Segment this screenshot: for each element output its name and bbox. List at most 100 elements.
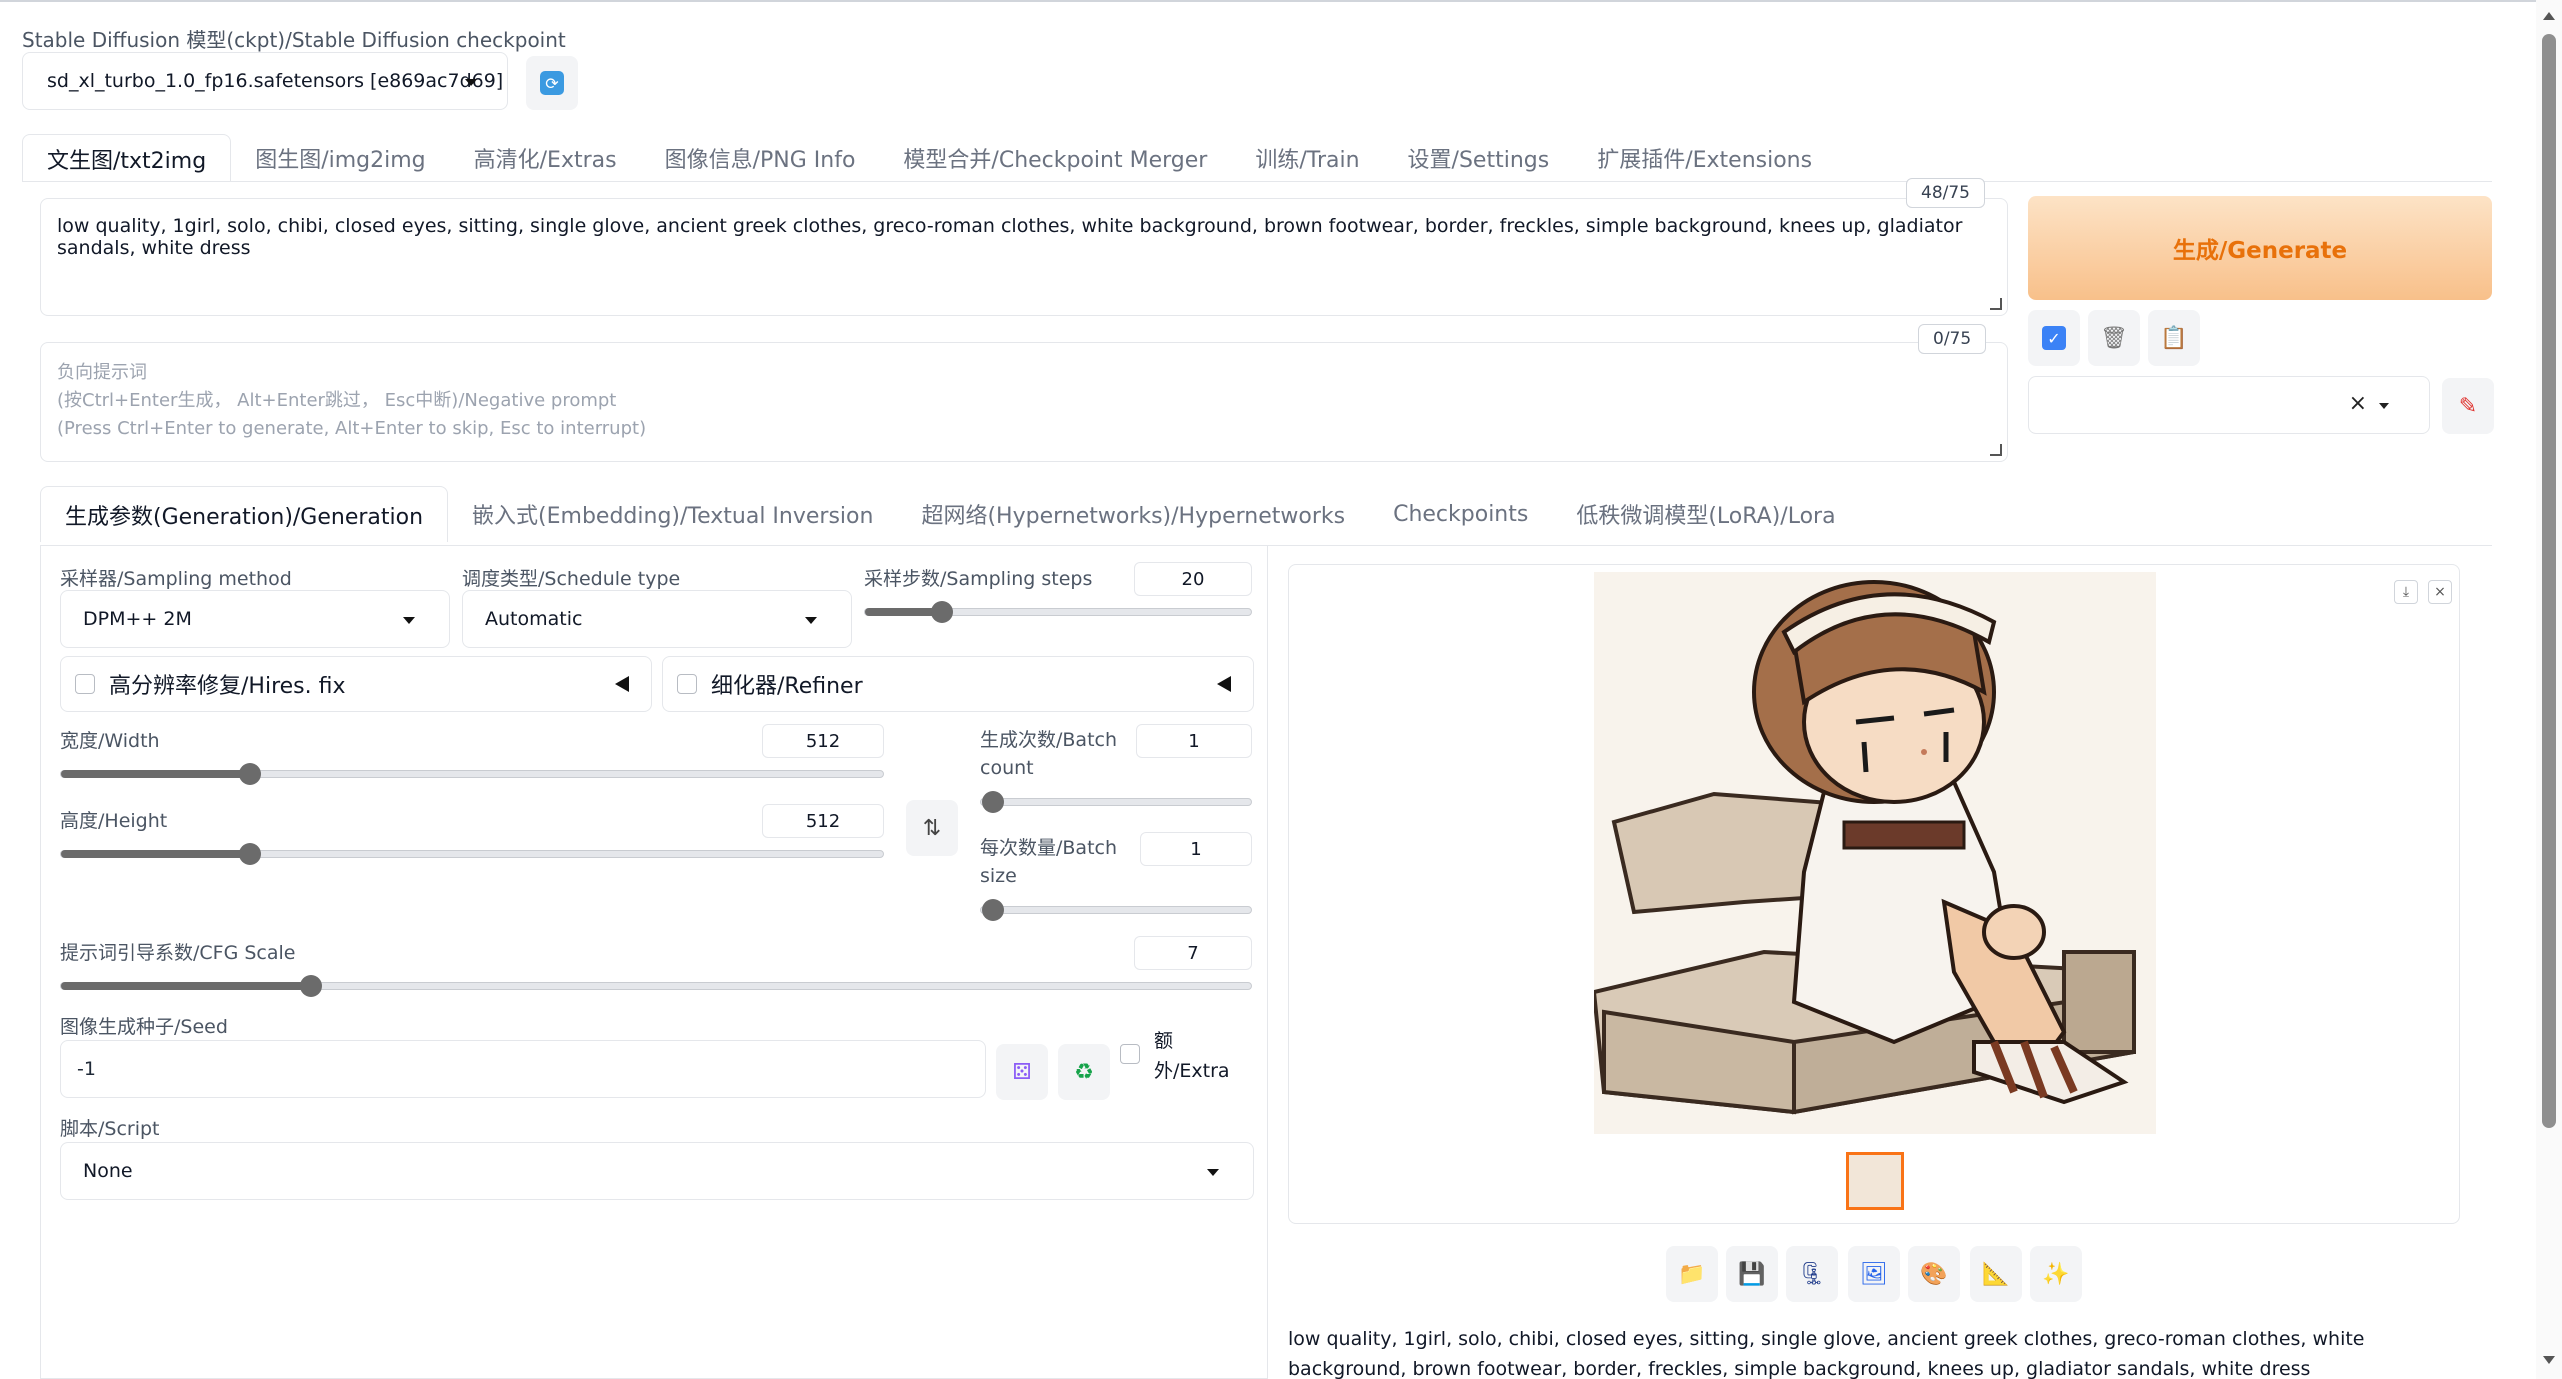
- tab-txt2img[interactable]: 文生图/txt2img: [22, 134, 232, 182]
- tab-train[interactable]: 训练/Train: [1231, 134, 1383, 182]
- width-input[interactable]: 512: [762, 724, 884, 758]
- top-border: [0, 0, 2536, 2]
- height-slider-handle[interactable]: [239, 843, 262, 865]
- scrollbar-thumb[interactable]: [2542, 34, 2556, 1128]
- clipboard-icon: 📋: [2160, 325, 2188, 351]
- batch-size-label-line2: size: [980, 865, 1017, 887]
- send-to-img2img-button[interactable]: 🖼: [1848, 1246, 1900, 1302]
- refresh-checkpoint-button[interactable]: ⟳: [526, 56, 578, 110]
- script-label: 脚本/Script: [60, 1118, 160, 1140]
- negative-prompt-input[interactable]: 负向提示词 (按Ctrl+Enter生成， Alt+Enter跳过， Esc中断…: [40, 342, 2008, 462]
- schedule-value: Automatic: [485, 608, 583, 630]
- page-scrollbar[interactable]: [2536, 0, 2562, 1379]
- cfg-label: 提示词引导系数/CFG Scale: [60, 942, 296, 964]
- tab-extras[interactable]: 高清化/Extras: [450, 134, 641, 182]
- folder-icon: 📁: [1678, 1261, 1706, 1287]
- chevron-down-icon: [1207, 1169, 1219, 1176]
- refiner-label: 细化器/Refiner: [711, 674, 863, 699]
- checkpoint-select[interactable]: sd_xl_turbo_1.0_fp16.safetensors [e869ac…: [22, 52, 508, 110]
- sampler-select[interactable]: DPM++ 2M: [60, 590, 450, 648]
- swap-dimensions-button[interactable]: ⇅: [906, 800, 958, 856]
- save-button[interactable]: 💾: [1726, 1246, 1778, 1302]
- batch-size-input[interactable]: 1: [1140, 832, 1252, 866]
- hires-fix-accordion[interactable]: 高分辨率修复/Hires. fix: [60, 656, 652, 712]
- collapse-arrow-icon: [615, 676, 629, 692]
- trash-icon: 🗑: [2100, 325, 2128, 351]
- download-button[interactable]: ⤓: [2394, 580, 2418, 604]
- width-slider[interactable]: [60, 763, 884, 785]
- batch-count-slider-handle[interactable]: [982, 791, 1004, 813]
- negative-resize-handle[interactable]: [1990, 444, 2002, 456]
- ruler-icon: 📐: [1982, 1261, 2010, 1287]
- tab-lora[interactable]: 低秩微调模型(LoRA)/Lora: [1552, 486, 1859, 542]
- seed-input[interactable]: -1: [60, 1040, 986, 1098]
- sparkle-icon: ✨: [2042, 1261, 2070, 1287]
- steps-label: 采样步数/Sampling steps: [864, 568, 1093, 590]
- paste-button[interactable]: 📋: [2148, 310, 2200, 366]
- negative-token-counter: 0/75: [1918, 324, 1987, 354]
- height-slider[interactable]: [60, 843, 884, 865]
- batch-size-slider-handle[interactable]: [982, 899, 1004, 921]
- batch-count-label-line2: count: [980, 757, 1034, 779]
- prompt-resize-handle[interactable]: [1990, 298, 2002, 310]
- steps-input[interactable]: 20: [1134, 562, 1252, 596]
- batch-count-input[interactable]: 1: [1136, 724, 1252, 758]
- cfg-slider-fill: [61, 982, 311, 990]
- refiner-checkbox[interactable]: [677, 674, 697, 694]
- close-gallery-button[interactable]: ×: [2428, 580, 2452, 604]
- gallery-thumbnail[interactable]: [1846, 1152, 1904, 1210]
- tab-img2img[interactable]: 图生图/img2img: [231, 134, 449, 182]
- save-zip-button[interactable]: 🗜: [1786, 1246, 1838, 1302]
- batch-size-label-line1: 每次数量/Batch: [980, 837, 1118, 859]
- prompt-token-counter: 48/75: [1906, 178, 1985, 208]
- tab-checkpoints[interactable]: Checkpoints: [1369, 486, 1552, 542]
- width-slider-handle[interactable]: [239, 763, 262, 785]
- open-folder-button[interactable]: 📁: [1666, 1246, 1718, 1302]
- brush-icon: ✎: [2458, 393, 2478, 419]
- scroll-down-icon[interactable]: [2543, 1356, 2555, 1364]
- steps-slider[interactable]: [864, 601, 1252, 623]
- apply-style-button[interactable]: ✓: [2028, 310, 2080, 366]
- edit-styles-button[interactable]: ✎: [2442, 378, 2494, 434]
- close-icon[interactable]: ×: [2349, 391, 2367, 416]
- extra-seed-checkbox[interactable]: [1120, 1044, 1140, 1064]
- cfg-slider[interactable]: [60, 975, 1252, 997]
- batch-size-label: 每次数量/Batch size: [980, 834, 1117, 890]
- send-to-extras-button[interactable]: 📐: [1970, 1246, 2022, 1302]
- styles-dropdown[interactable]: ×: [2028, 376, 2430, 434]
- negative-prompt-placeholder-3: (Press Ctrl+Enter to generate, Alt+Enter…: [57, 418, 647, 439]
- scroll-up-icon[interactable]: [2543, 12, 2555, 20]
- tab-checkpoint-merger[interactable]: 模型合并/Checkpoint Merger: [879, 134, 1231, 182]
- hires-fix-checkbox[interactable]: [75, 674, 95, 694]
- chevron-down-icon: [403, 617, 415, 624]
- generated-image[interactable]: [1594, 572, 2156, 1134]
- cfg-slider-handle[interactable]: [299, 975, 322, 997]
- upscale-button[interactable]: ✨: [2030, 1246, 2082, 1302]
- batch-size-slider[interactable]: [980, 899, 1252, 921]
- prompt-input[interactable]: low quality, 1girl, solo, chibi, closed …: [40, 198, 2008, 316]
- tabs-divider: [22, 181, 2492, 182]
- height-input[interactable]: 512: [762, 804, 884, 838]
- send-to-inpaint-button[interactable]: 🎨: [1908, 1246, 1960, 1302]
- tab-hypernetworks[interactable]: 超网络(Hypernetworks)/Hypernetworks: [897, 486, 1369, 542]
- tab-png-info[interactable]: 图像信息/PNG Info: [641, 134, 880, 182]
- tab-extensions[interactable]: 扩展插件/Extensions: [1573, 134, 1836, 182]
- seed-label: 图像生成种子/Seed: [60, 1016, 228, 1038]
- clear-prompt-button[interactable]: 🗑: [2088, 310, 2140, 366]
- tab-textual-inversion[interactable]: 嵌入式(Embedding)/Textual Inversion: [448, 486, 897, 542]
- script-select[interactable]: None: [60, 1142, 1254, 1200]
- refiner-accordion[interactable]: 细化器/Refiner: [662, 656, 1254, 712]
- chevron-down-icon: [465, 79, 477, 86]
- schedule-select[interactable]: Automatic: [462, 590, 852, 648]
- tab-generation[interactable]: 生成参数(Generation)/Generation: [40, 486, 449, 542]
- random-seed-button[interactable]: ⚄: [996, 1044, 1048, 1100]
- negative-prompt-placeholder-1: 负向提示词: [57, 362, 147, 383]
- swap-icon: ⇅: [922, 815, 942, 841]
- tab-settings[interactable]: 设置/Settings: [1384, 134, 1574, 182]
- save-icon: 💾: [1738, 1261, 1766, 1287]
- reuse-seed-button[interactable]: ♻: [1058, 1044, 1110, 1100]
- cfg-input[interactable]: 7: [1134, 936, 1252, 970]
- batch-count-slider[interactable]: [980, 791, 1252, 813]
- generate-button[interactable]: 生成/Generate: [2028, 196, 2492, 300]
- palette-icon: 🎨: [1920, 1261, 1948, 1287]
